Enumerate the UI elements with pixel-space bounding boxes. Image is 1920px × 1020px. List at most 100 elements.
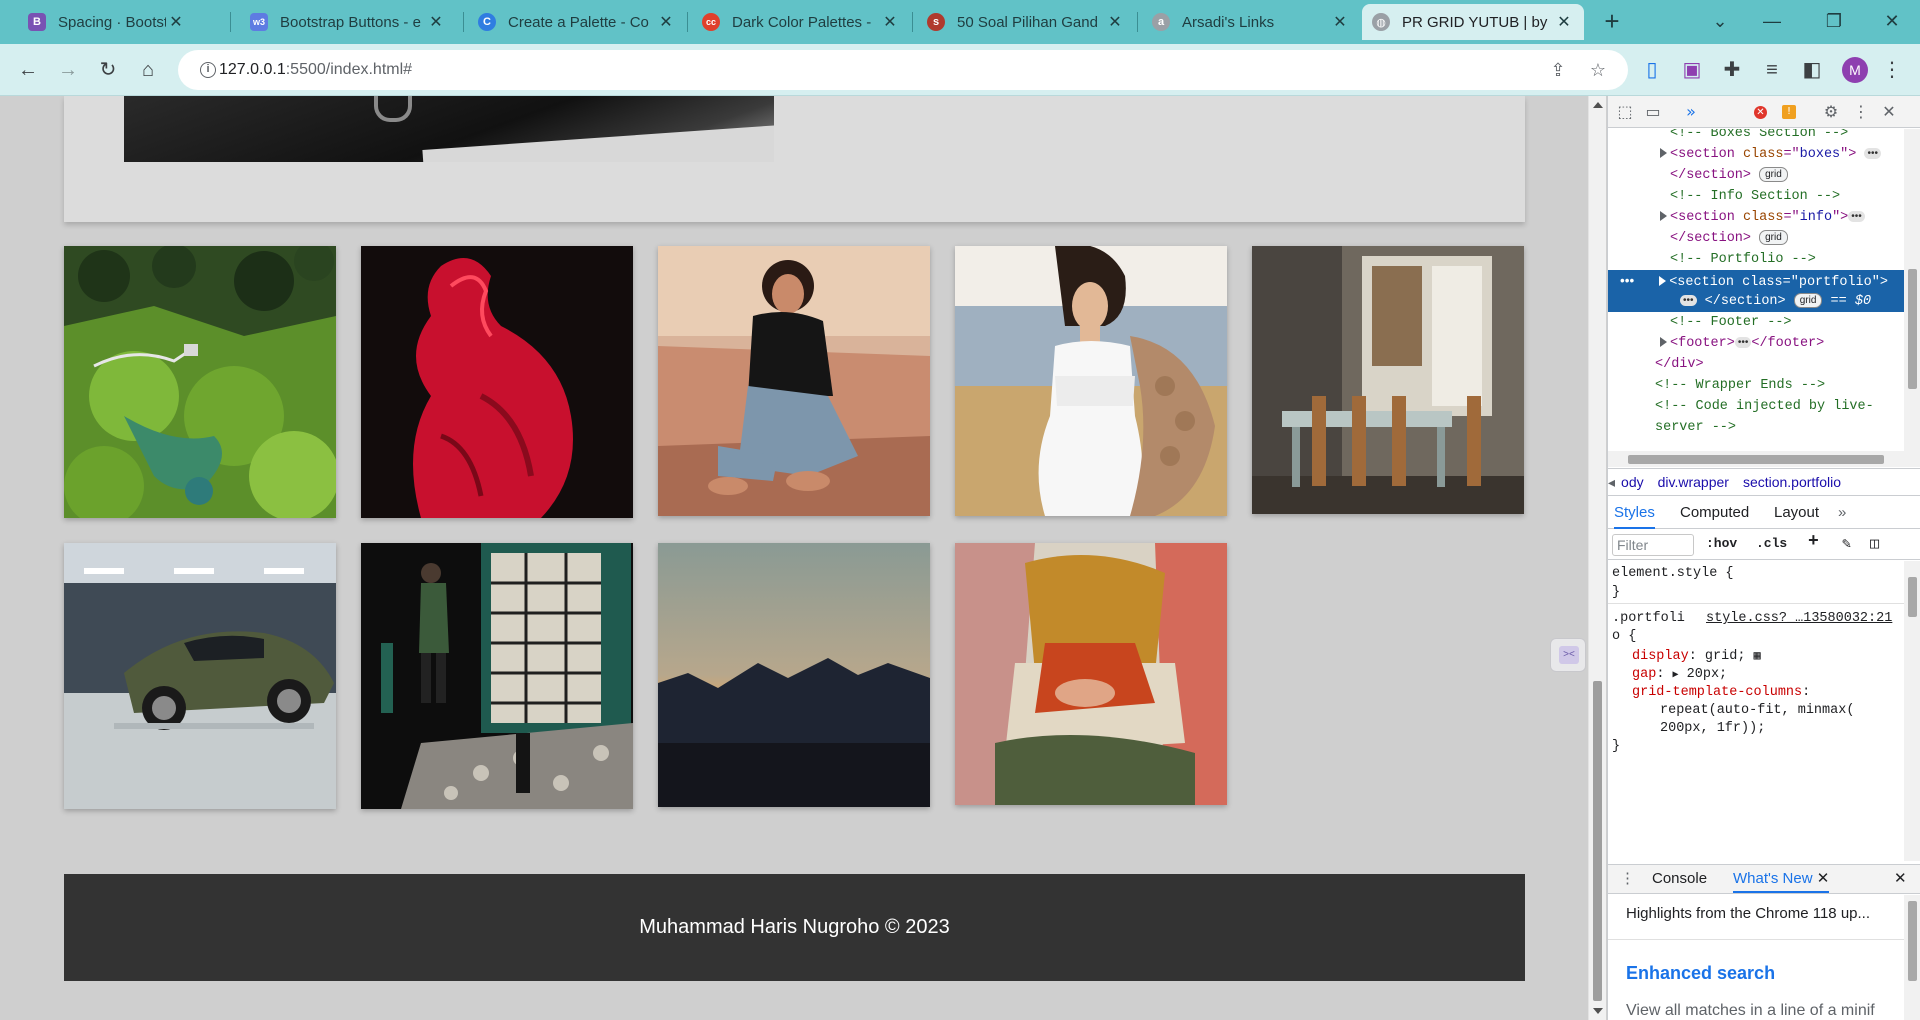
scroll-thumb[interactable] bbox=[1628, 455, 1884, 464]
expand-triangle-icon[interactable]: ▶ bbox=[1673, 670, 1679, 681]
dom-node[interactable]: <!-- Boxes Section --> bbox=[1608, 129, 1904, 144]
tab-layout[interactable]: Layout bbox=[1774, 497, 1819, 529]
tab-console[interactable]: Console bbox=[1652, 865, 1707, 893]
dom-node[interactable]: </div> bbox=[1608, 354, 1904, 375]
tab-computed[interactable]: Computed bbox=[1680, 497, 1749, 529]
scroll-thumb[interactable] bbox=[1908, 577, 1917, 617]
breadcrumb-scroll-left-icon[interactable]: ◂ bbox=[1608, 474, 1615, 490]
drawer-menu-icon[interactable]: ⋮ bbox=[1620, 865, 1635, 893]
dom-node[interactable]: <!-- Info Section --> bbox=[1608, 186, 1904, 207]
expand-triangle-icon[interactable] bbox=[1659, 276, 1667, 287]
device-toolbar-icon[interactable]: ▭ bbox=[1642, 102, 1664, 122]
error-count-icon[interactable]: ✕ bbox=[1754, 106, 1767, 119]
dom-node[interactable]: <section class="info"> ••• bbox=[1608, 207, 1904, 228]
page-scrollbar[interactable] bbox=[1588, 96, 1606, 1020]
expand-triangle-icon[interactable] bbox=[1660, 337, 1667, 348]
hover-state-toggle[interactable]: :hov bbox=[1706, 536, 1737, 551]
expand-triangle-icon[interactable] bbox=[1660, 211, 1667, 222]
style-declaration-gap[interactable]: gap: ▶ 20px; bbox=[1632, 665, 1727, 684]
devtools-menu-icon[interactable]: ⋮ bbox=[1850, 102, 1872, 122]
tab-dark-color-palettes[interactable]: cc Dark Color Palettes - ✕ bbox=[692, 4, 910, 40]
ellipsis-icon[interactable]: ••• bbox=[1864, 147, 1881, 159]
close-devtools-icon[interactable]: ✕ bbox=[1878, 102, 1900, 122]
devtools-toggle-button[interactable]: >< bbox=[1550, 638, 1586, 672]
extension-tablet-icon[interactable]: ▯ bbox=[1636, 54, 1668, 86]
style-declaration-display[interactable]: display: grid; ▦ bbox=[1632, 647, 1761, 666]
scroll-up-arrow[interactable] bbox=[1593, 102, 1603, 108]
dom-node[interactable]: <footer> ••• </footer> bbox=[1608, 333, 1904, 354]
close-icon[interactable]: ✕ bbox=[656, 12, 676, 32]
close-drawer-icon[interactable]: ✕ bbox=[1894, 865, 1907, 893]
tab-spacing-bootstrap[interactable]: B Spacing · Bootstrap v ✕ bbox=[18, 4, 196, 40]
grid-badge[interactable]: grid bbox=[1759, 166, 1788, 182]
more-panels-icon[interactable]: » bbox=[1680, 102, 1702, 122]
ellipsis-icon[interactable]: ••• bbox=[1848, 210, 1865, 222]
dom-node[interactable]: server --> bbox=[1608, 417, 1904, 438]
toggle-sidebar-icon[interactable]: ◫ bbox=[1870, 534, 1879, 553]
dom-node[interactable]: <!-- Portfolio --> bbox=[1608, 249, 1904, 270]
style-declaration-grid-template-columns[interactable]: grid-template-columns: bbox=[1632, 683, 1810, 702]
address-bar[interactable]: i 127.0.0.1:5500/index.html# ⇪ ☆ bbox=[178, 50, 1628, 90]
breadcrumb-item[interactable]: ody bbox=[1621, 474, 1644, 490]
tab-pr-grid-yutub[interactable]: ◍ PR GRID YUTUB | by ✕ bbox=[1362, 4, 1584, 40]
dom-node[interactable]: <section class="boxes"> ••• bbox=[1608, 144, 1904, 165]
home-icon[interactable]: ⌂ bbox=[132, 54, 164, 86]
grid-badge[interactable]: grid bbox=[1759, 229, 1788, 245]
dom-node[interactable]: </section> grid bbox=[1608, 165, 1904, 186]
scroll-down-arrow[interactable] bbox=[1593, 1008, 1603, 1014]
tab-arsadis-links[interactable]: a Arsadi's Links ✕ bbox=[1142, 4, 1360, 40]
style-rule-selector[interactable]: o { bbox=[1612, 627, 1636, 646]
paint-brush-icon[interactable]: ✎ bbox=[1842, 534, 1851, 553]
breadcrumb-item[interactable]: section.portfolio bbox=[1743, 474, 1841, 490]
new-style-rule-icon[interactable]: + bbox=[1808, 532, 1819, 552]
tab-styles[interactable]: Styles bbox=[1614, 497, 1655, 529]
dom-node[interactable]: <!-- Wrapper Ends --> bbox=[1608, 375, 1904, 396]
styles-filter-input[interactable]: Filter bbox=[1612, 534, 1694, 556]
forward-arrow-icon[interactable]: → bbox=[52, 54, 84, 86]
close-icon[interactable]: ✕ bbox=[1330, 12, 1350, 32]
dom-tree-hscrollbar[interactable] bbox=[1608, 451, 1920, 467]
style-rule-header[interactable]: element.style { bbox=[1612, 564, 1734, 583]
styles-scrollbar[interactable] bbox=[1904, 561, 1920, 861]
tab-soal-pilihan-ganda[interactable]: s 50 Soal Pilihan Gand ✕ bbox=[917, 4, 1135, 40]
settings-gear-icon[interactable]: ⚙ bbox=[1820, 102, 1842, 122]
extension-game-icon[interactable]: ▣ bbox=[1676, 54, 1708, 86]
breadcrumb-item[interactable]: div.wrapper bbox=[1658, 474, 1729, 490]
scroll-thumb[interactable] bbox=[1908, 269, 1917, 389]
dom-node[interactable]: <!-- Code injected by live- bbox=[1608, 396, 1904, 417]
whats-new-heading[interactable]: Enhanced search bbox=[1626, 963, 1775, 984]
ellipsis-icon[interactable]: ••• bbox=[1680, 294, 1697, 306]
inspect-element-icon[interactable]: ⬚ bbox=[1614, 102, 1636, 122]
close-tab-icon[interactable]: ✕ bbox=[1817, 870, 1830, 887]
close-window-icon[interactable]: ✕ bbox=[1872, 6, 1912, 36]
site-info-icon[interactable]: i bbox=[200, 62, 216, 78]
dom-node-selected[interactable]: ••• </section> grid == $0 bbox=[1608, 291, 1904, 312]
extensions-puzzle-icon[interactable]: ✚ bbox=[1716, 54, 1748, 86]
minimize-icon[interactable]: — bbox=[1752, 6, 1792, 36]
menu-kebab-icon[interactable]: ⋮ bbox=[1876, 54, 1908, 86]
whats-new-scrollbar[interactable] bbox=[1904, 895, 1920, 1020]
back-arrow-icon[interactable]: ← bbox=[12, 54, 44, 86]
dom-node[interactable]: </section> grid bbox=[1608, 228, 1904, 249]
grid-editor-icon[interactable]: ▦ bbox=[1754, 649, 1761, 663]
tab-whats-new[interactable]: What's New ✕ bbox=[1733, 865, 1830, 893]
close-icon[interactable]: ✕ bbox=[1105, 12, 1125, 32]
tab-create-palette[interactable]: C Create a Palette - Co ✕ bbox=[468, 4, 686, 40]
dom-node[interactable]: <!-- Footer --> bbox=[1608, 312, 1904, 333]
side-panel-icon[interactable]: ◧ bbox=[1796, 54, 1828, 86]
more-tabs-icon[interactable]: » bbox=[1838, 497, 1846, 529]
media-control-icon[interactable]: ≡ bbox=[1756, 54, 1788, 86]
restore-icon[interactable]: ❐ bbox=[1814, 6, 1854, 36]
close-icon[interactable]: ✕ bbox=[166, 12, 186, 32]
css-value[interactable]: repeat(auto-fit, minmax( bbox=[1660, 701, 1854, 720]
new-tab-button[interactable]: + bbox=[1598, 8, 1626, 36]
tab-search-icon[interactable]: ⌄ bbox=[1700, 6, 1740, 36]
close-icon[interactable]: ✕ bbox=[880, 12, 900, 32]
style-source-link[interactable]: style.css?_…13580032:21 bbox=[1706, 609, 1892, 628]
style-rule-selector[interactable]: .portfoli bbox=[1612, 609, 1685, 628]
elements-dom-tree[interactable]: <!-- Boxes Section --> <section class="b… bbox=[1608, 129, 1904, 451]
close-icon[interactable]: ✕ bbox=[1554, 12, 1574, 32]
grid-badge[interactable]: grid bbox=[1793, 292, 1823, 308]
url-text[interactable]: 127.0.0.1:5500/index.html# bbox=[219, 61, 412, 79]
scroll-thumb[interactable] bbox=[1908, 901, 1917, 981]
